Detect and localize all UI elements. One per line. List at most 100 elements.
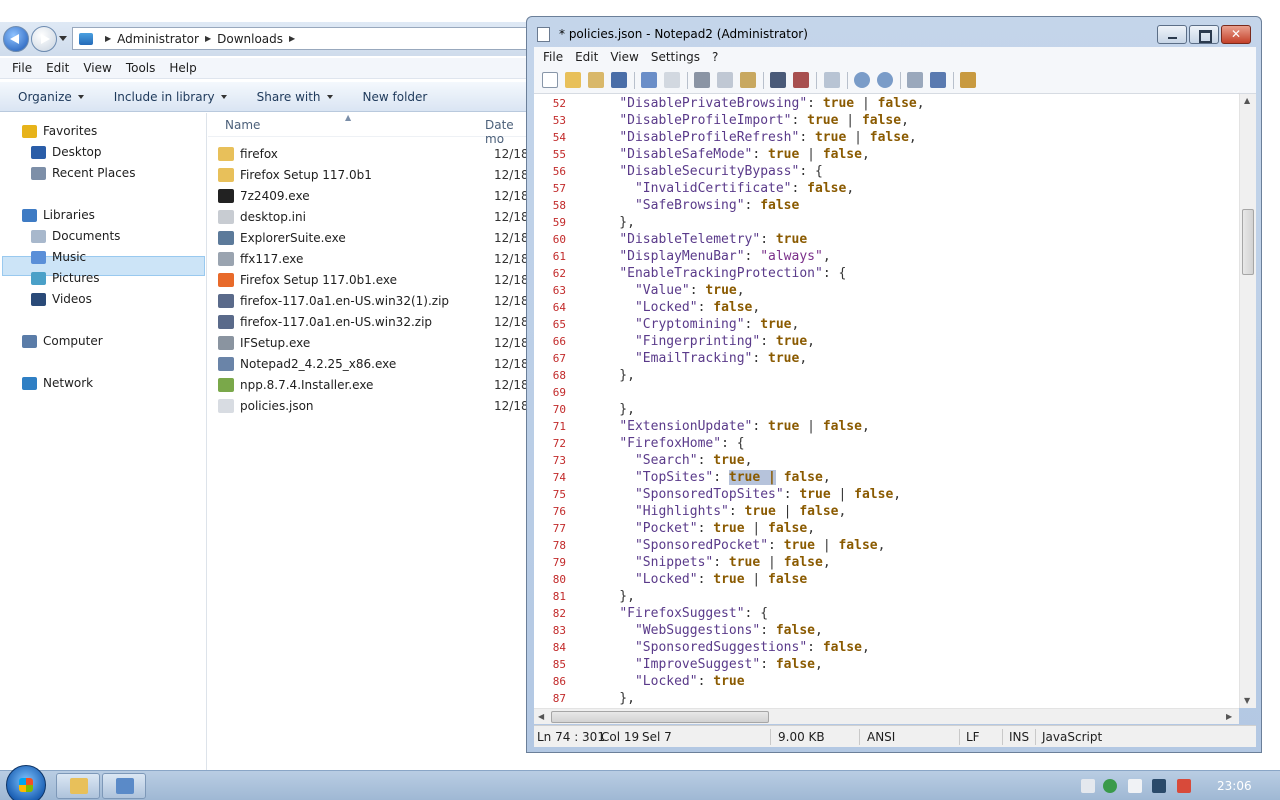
code-line[interactable]: "Search": true, bbox=[588, 452, 752, 469]
menu-file[interactable]: File bbox=[12, 61, 32, 75]
status-lexer[interactable]: JavaScript bbox=[1042, 730, 1102, 744]
file-row[interactable]: firefox-117.0a1.en-US.win32.zip 12/18/2 bbox=[218, 311, 540, 332]
code-line[interactable]: "Value": true, bbox=[588, 282, 745, 299]
menu-view[interactable]: View bbox=[610, 50, 638, 64]
customize-icon[interactable] bbox=[930, 72, 946, 88]
share-with-button[interactable]: Share with bbox=[257, 90, 333, 104]
file-row[interactable]: policies.json 12/18/2 bbox=[218, 395, 540, 416]
address-bar[interactable]: ▶ Administrator ▶ Downloads ▶ bbox=[72, 27, 530, 50]
taskbar-notepad2-button[interactable] bbox=[102, 773, 146, 799]
breadcrumb-chevron-icon[interactable]: ▶ bbox=[205, 34, 211, 43]
file-row[interactable]: 7z2409.exe 12/18/2 bbox=[218, 185, 540, 206]
code-line[interactable]: "DisableProfileImport": true | false, bbox=[588, 112, 909, 129]
status-insert-mode[interactable]: INS bbox=[1009, 730, 1029, 744]
cut-icon[interactable] bbox=[694, 72, 710, 88]
nav-item-recent-places[interactable]: Recent Places bbox=[31, 163, 135, 183]
code-line[interactable]: }, bbox=[588, 401, 635, 418]
file-row[interactable]: ExplorerSuite.exe 12/18/2 bbox=[218, 227, 540, 248]
exit-icon[interactable] bbox=[960, 72, 976, 88]
nav-item-network[interactable]: Network bbox=[22, 373, 93, 393]
code-line[interactable]: "EmailTracking": true, bbox=[588, 350, 807, 367]
action-center-flag-icon[interactable] bbox=[1128, 779, 1142, 793]
scroll-left-icon[interactable]: ◀ bbox=[538, 712, 544, 721]
tray-document-icon[interactable] bbox=[1081, 779, 1095, 793]
code-line[interactable]: "SafeBrowsing": false bbox=[588, 197, 799, 214]
code-line[interactable]: "TopSites": true | false, bbox=[588, 469, 831, 486]
nav-item-documents[interactable]: Documents bbox=[31, 226, 120, 246]
menu-tools[interactable]: Tools bbox=[126, 61, 156, 75]
browse-icon[interactable] bbox=[588, 72, 604, 88]
menu-edit[interactable]: Edit bbox=[46, 61, 69, 75]
code-line[interactable]: }, bbox=[588, 214, 635, 231]
menu-help[interactable]: ? bbox=[712, 50, 718, 64]
file-row[interactable]: desktop.ini 12/18/2 bbox=[218, 206, 540, 227]
code-line[interactable]: "DisableTelemetry": true bbox=[588, 231, 807, 248]
notepad-title-bar[interactable]: * policies.json - Notepad2 (Administrato… bbox=[527, 17, 1261, 47]
code-line[interactable]: "DisableProfileRefresh": true | false, bbox=[588, 129, 916, 146]
code-line[interactable]: "SponsoredTopSites": true | false, bbox=[588, 486, 901, 503]
replace-icon[interactable] bbox=[793, 72, 809, 88]
code-line[interactable]: "DisableSafeMode": true | false, bbox=[588, 146, 869, 163]
nav-item-desktop[interactable]: Desktop bbox=[31, 142, 102, 162]
nav-item-libraries[interactable]: Libraries bbox=[22, 205, 95, 225]
nav-item-pictures[interactable]: Pictures bbox=[31, 268, 100, 288]
file-row[interactable]: Notepad2_4.2.25_x86.exe 12/18/2 bbox=[218, 353, 540, 374]
organize-button[interactable]: Organize bbox=[18, 90, 84, 104]
code-line[interactable]: "EnableTrackingProtection": { bbox=[588, 265, 846, 282]
forward-button[interactable] bbox=[31, 26, 57, 52]
horizontal-scroll-thumb[interactable] bbox=[551, 711, 769, 723]
horizontal-scrollbar[interactable]: ◀ ▶ bbox=[534, 708, 1239, 724]
scroll-down-icon[interactable]: ▼ bbox=[1244, 696, 1250, 705]
vertical-scrollbar[interactable]: ▲ ▼ bbox=[1239, 94, 1256, 708]
code-line[interactable]: }, bbox=[588, 367, 635, 384]
redo-icon[interactable] bbox=[664, 72, 680, 88]
file-row[interactable]: firefox-117.0a1.en-US.win32(1).zip 12/18/… bbox=[218, 290, 540, 311]
code-line[interactable]: "ExtensionUpdate": true | false, bbox=[588, 418, 869, 435]
include-in-library-button[interactable]: Include in library bbox=[114, 90, 227, 104]
maximize-button[interactable] bbox=[1189, 25, 1219, 44]
nav-item-music[interactable]: Music bbox=[31, 247, 86, 267]
menu-edit[interactable]: Edit bbox=[575, 50, 598, 64]
code-line[interactable]: }, bbox=[588, 588, 635, 605]
scheme-icon[interactable] bbox=[907, 72, 923, 88]
code-line[interactable]: "Snippets": true | false, bbox=[588, 554, 831, 571]
code-line[interactable]: "Locked": false, bbox=[588, 299, 760, 316]
menu-settings[interactable]: Settings bbox=[651, 50, 700, 64]
file-row[interactable]: Firefox Setup 117.0b1.exe 12/18/2 bbox=[218, 269, 540, 290]
code-line[interactable]: "FirefoxHome": { bbox=[588, 435, 744, 452]
menu-view[interactable]: View bbox=[83, 61, 111, 75]
menu-file[interactable]: File bbox=[543, 50, 563, 64]
undo-icon[interactable] bbox=[641, 72, 657, 88]
code-line[interactable]: "SponsoredPocket": true | false, bbox=[588, 537, 885, 554]
scroll-right-icon[interactable]: ▶ bbox=[1226, 712, 1232, 721]
breadcrumb-downloads[interactable]: Downloads bbox=[217, 32, 283, 46]
close-button[interactable] bbox=[1221, 25, 1251, 44]
find-icon[interactable] bbox=[770, 72, 786, 88]
copy-icon[interactable] bbox=[717, 72, 733, 88]
volume-muted-icon[interactable] bbox=[1177, 779, 1191, 793]
code-line[interactable]: "Pocket": true | false, bbox=[588, 520, 815, 537]
clock[interactable]: 23:06 bbox=[1217, 779, 1252, 793]
breadcrumb-administrator[interactable]: Administrator bbox=[117, 32, 199, 46]
code-line[interactable]: "Fingerprinting": true, bbox=[588, 333, 815, 350]
status-encoding[interactable]: ANSI bbox=[867, 730, 895, 744]
recent-pages-dropdown-icon[interactable] bbox=[59, 36, 67, 41]
file-row[interactable]: firefox 12/18/2 bbox=[218, 143, 540, 164]
scroll-up-icon[interactable]: ▲ bbox=[1244, 96, 1250, 105]
zoom-in-icon[interactable] bbox=[854, 72, 870, 88]
nav-item-favorites[interactable]: Favorites bbox=[22, 121, 97, 141]
tray-security-icon[interactable] bbox=[1103, 779, 1117, 793]
start-button[interactable] bbox=[6, 765, 46, 800]
code-line[interactable]: "Locked": true bbox=[588, 673, 745, 690]
breadcrumb-chevron-icon[interactable]: ▶ bbox=[289, 34, 295, 43]
file-row[interactable]: Firefox Setup 117.0b1 12/18/2 bbox=[218, 164, 540, 185]
nav-item-videos[interactable]: Videos bbox=[31, 289, 92, 309]
minimize-button[interactable] bbox=[1157, 25, 1187, 44]
file-row[interactable]: IFSetup.exe 12/18/2 bbox=[218, 332, 540, 353]
code-line[interactable]: }, bbox=[588, 690, 635, 707]
breadcrumb-chevron-icon[interactable]: ▶ bbox=[105, 34, 111, 43]
code-line[interactable]: "Locked": true | false bbox=[588, 571, 807, 588]
save-icon[interactable] bbox=[611, 72, 627, 88]
new-file-icon[interactable] bbox=[542, 72, 558, 88]
menu-help[interactable]: Help bbox=[169, 61, 196, 75]
